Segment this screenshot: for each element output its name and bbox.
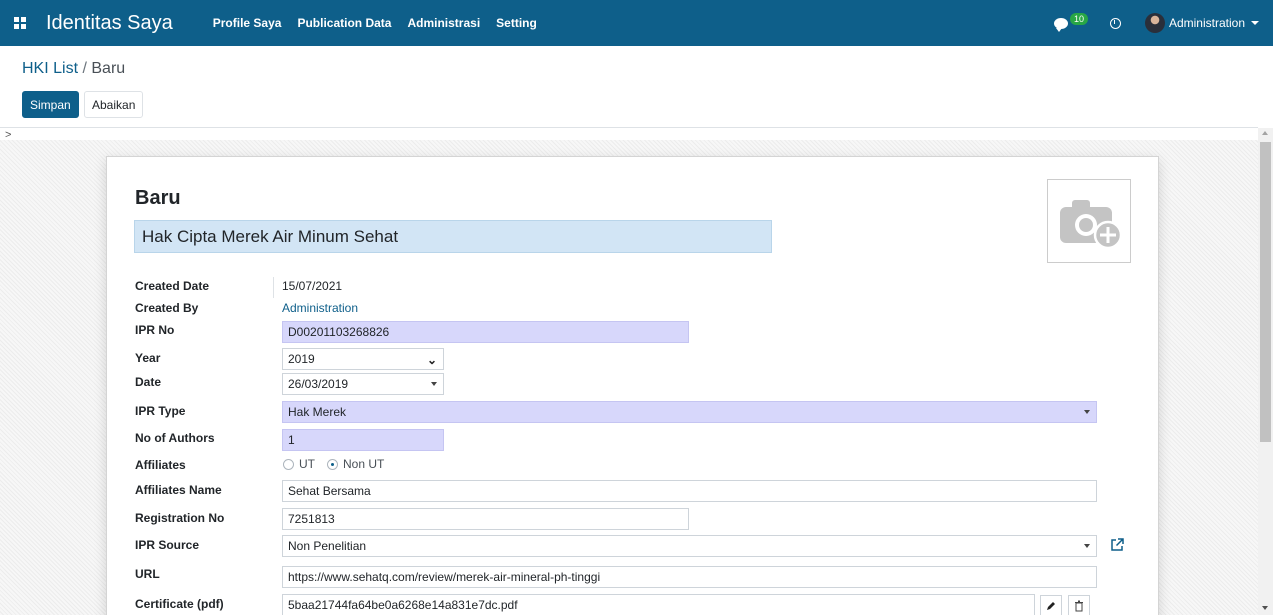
breadcrumb-separator: / [82, 60, 87, 77]
affiliates-label: Affiliates [135, 458, 186, 472]
save-button[interactable]: Simpan [22, 91, 79, 118]
no-of-authors-label: No of Authors [135, 431, 215, 445]
ipr-source-select[interactable]: Non Penelitian [282, 535, 1097, 557]
app-brand[interactable]: Identitas Saya [46, 12, 173, 35]
breadcrumb-current: Baru [91, 60, 126, 77]
chevron-down-icon: ⌄ [426, 353, 437, 367]
affiliates-name-label: Affiliates Name [135, 483, 222, 497]
radio-non-ut[interactable] [327, 458, 338, 470]
date-label: Date [135, 375, 162, 389]
user-menu[interactable]: Administration [1144, 13, 1259, 33]
field-divider [273, 277, 274, 298]
menu-item-administrasi[interactable]: Administrasi [407, 16, 480, 30]
registration-no-label: Registration No [135, 511, 225, 525]
url-label: URL [135, 567, 160, 581]
divider [0, 127, 1258, 128]
name-input[interactable]: Hak Cipta Merek Air Minum Sehat [134, 220, 772, 253]
avatar [1144, 13, 1165, 33]
chat-icon [1053, 17, 1068, 32]
breadcrumb-parent[interactable]: HKI List [22, 60, 78, 77]
top-navbar: Identitas Saya Profile Saya Publication … [0, 0, 1273, 46]
discard-button[interactable]: Abaikan [84, 91, 144, 118]
date-input[interactable]: 26/03/2019 [282, 373, 444, 395]
user-name: Administration [1168, 16, 1245, 30]
created-date-label: Created Date [135, 279, 210, 293]
pencil-icon [1047, 602, 1055, 610]
ipr-type-select[interactable]: Hak Merek [282, 401, 1097, 423]
scrollbar-thumb[interactable] [1260, 142, 1271, 442]
ipr-type-label: IPR Type [135, 404, 186, 418]
camera-plus-icon [1060, 200, 1123, 250]
delete-file-button[interactable] [1068, 595, 1090, 615]
ipr-type-value: Hak Merek [288, 405, 347, 419]
apps-icon[interactable] [12, 15, 28, 31]
ipr-source-value: Non Penelitian [288, 539, 367, 553]
caret-down-icon [1084, 544, 1090, 548]
ipr-no-input[interactable]: D00201103268826 [282, 321, 689, 343]
external-link-icon[interactable] [1109, 537, 1125, 553]
url-input[interactable]: https://www.sehatq.com/review/merek-air-… [282, 566, 1097, 588]
scroll-up-icon[interactable] [1262, 131, 1268, 135]
caret-down-icon [1084, 410, 1090, 414]
message-count-badge: 10 [1069, 13, 1088, 25]
caret-down-icon [1251, 21, 1259, 25]
affiliates-name-input[interactable]: Sehat Bersama [282, 480, 1097, 502]
menu-item-profile-saya[interactable]: Profile Saya [213, 16, 282, 30]
clock-icon[interactable] [1109, 17, 1121, 29]
certificate-filename: 5baa21744fa64be0a6268e14a831e7dc.pdf [282, 594, 1035, 615]
scroll-down-icon[interactable] [1262, 606, 1268, 610]
created-date-value: 15/07/2021 [282, 279, 343, 293]
created-by-label: Created By [135, 301, 199, 315]
date-value: 26/03/2019 [288, 377, 349, 391]
edit-file-button[interactable] [1040, 595, 1062, 615]
form-title: Baru [135, 187, 181, 209]
trash-icon [1075, 600, 1083, 612]
ipr-source-label: IPR Source [135, 538, 200, 552]
radio-ut-label: UT [299, 457, 315, 471]
menu-item-publication-data[interactable]: Publication Data [297, 16, 391, 30]
radio-non-ut-label: Non UT [343, 457, 385, 471]
menu-item-setting[interactable]: Setting [496, 16, 537, 30]
affiliates-radio-group: UT Non UT [283, 457, 384, 471]
year-value: 2019 [288, 352, 315, 366]
breadcrumb: HKI List / Baru [22, 60, 125, 78]
image-upload[interactable] [1047, 179, 1131, 263]
year-label: Year [135, 351, 161, 365]
registration-no-input[interactable]: 7251813 [282, 508, 689, 530]
messages-menu[interactable]: 10 [1053, 13, 1088, 32]
year-select[interactable]: 2019 ⌄ [282, 348, 444, 370]
caret-down-icon [431, 382, 437, 386]
ipr-no-label: IPR No [135, 323, 175, 337]
radio-ut[interactable] [283, 458, 294, 470]
certificate-label: Certificate (pdf) [135, 597, 224, 611]
created-by-link[interactable]: Administration [282, 301, 358, 315]
no-of-authors-input[interactable]: 1 [282, 429, 444, 451]
